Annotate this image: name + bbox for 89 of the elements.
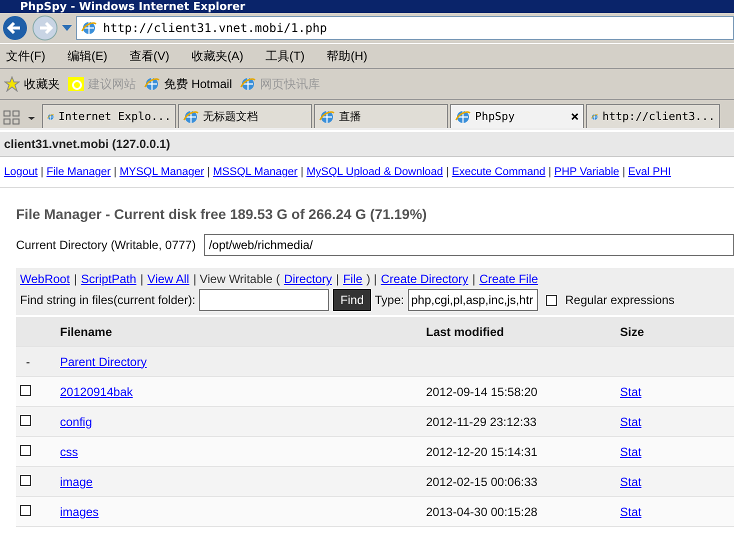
address-field[interactable]: http://client31.vnet.mobi/1.php <box>76 16 734 40</box>
separator: | <box>548 166 552 178</box>
field-label: Current Directory (Writable, 0777) <box>16 238 196 252</box>
table-cell-text: 2012-11-29 23:12:33 <box>426 414 538 428</box>
separator: | <box>140 272 144 286</box>
stat-link[interactable]: Stat <box>620 384 642 398</box>
separator: | <box>207 166 210 178</box>
folder-name-link[interactable]: image <box>60 474 93 488</box>
nav-link[interactable]: MySQL Upload & Download <box>306 166 444 178</box>
nav-link[interactable]: MSSQL Manager <box>213 166 298 178</box>
separator: | <box>472 272 476 286</box>
globe-icon <box>455 108 471 124</box>
checkbox[interactable] <box>20 504 31 516</box>
checkbox[interactable] <box>20 474 31 486</box>
separator: | <box>336 272 340 286</box>
star-icon[interactable] <box>4 76 20 92</box>
separator: | <box>622 166 626 178</box>
field-label: Find string in files(current folder): <box>20 293 196 307</box>
menu-item[interactable]: 工具(T) <box>265 48 305 64</box>
find-button[interactable]: Find <box>333 289 371 311</box>
checkbox[interactable] <box>20 384 31 396</box>
column-header: Size <box>620 324 646 338</box>
close-icon[interactable]: × <box>570 108 579 124</box>
tool-link[interactable]: WebRoot <box>20 272 70 286</box>
nav-link[interactable]: Logout <box>4 166 38 178</box>
separator: | <box>446 166 449 178</box>
directory-field[interactable]: /opt/web/richmedia/ <box>204 234 734 256</box>
nav-link[interactable]: PHP Variable <box>554 166 620 178</box>
table-cell-text: 2012-09-14 15:58:20 <box>426 384 538 398</box>
nav-link[interactable]: MYSQL Manager <box>120 166 204 178</box>
globe-icon <box>319 108 335 124</box>
tool-link[interactable]: Create Directory <box>380 272 468 286</box>
nav-link[interactable]: Execute Command <box>452 166 546 178</box>
checkbox-label: Regular expressions <box>565 293 674 307</box>
browser-tab[interactable]: 无标题文档 <box>178 104 312 128</box>
tool-link[interactable]: Create File <box>479 272 538 286</box>
menu-item[interactable]: 收藏夹(A) <box>191 48 244 64</box>
tool-link[interactable]: ScriptPath <box>80 272 136 286</box>
browser-tab[interactable]: 直播 <box>314 104 448 128</box>
globe-icon <box>144 76 160 92</box>
stat-link[interactable]: Stat <box>620 504 642 518</box>
search-field[interactable] <box>199 289 330 311</box>
dash-mark: - <box>25 354 31 368</box>
stat-link[interactable]: Stat <box>620 444 642 458</box>
page-heading: File Manager - Current disk free 189.53 G of 266.24 G (71.19%) <box>16 206 428 222</box>
browser-tab[interactable]: Internet Explo... <box>42 104 176 128</box>
back-icon[interactable] <box>2 15 28 41</box>
menu-item[interactable]: 编辑(E) <box>67 48 108 64</box>
separator: ) | <box>366 272 377 286</box>
folder-name-link[interactable]: images <box>60 504 99 518</box>
dropdown-icon[interactable] <box>62 25 72 31</box>
column-header: Last modified <box>426 324 506 338</box>
parent-directory-link[interactable]: Parent Directory <box>60 354 426 368</box>
checkbox[interactable] <box>20 444 31 456</box>
folder-name-link[interactable]: css <box>60 444 78 458</box>
favorites-item[interactable]: 收藏夹 <box>4 76 60 92</box>
separator: | View Writable ( <box>193 272 280 286</box>
type-field[interactable]: php,cgi,pl,asp,inc,js,htr <box>408 289 538 311</box>
menu-item[interactable]: 帮助(H) <box>326 48 368 64</box>
table-cell-text: 2012-12-20 15:14:31 <box>426 444 538 458</box>
menu-item[interactable]: 文件(F) <box>6 48 46 64</box>
folder-name-link[interactable]: 20120914bak <box>60 384 133 398</box>
nav-link[interactable]: File Manager <box>46 166 111 178</box>
menu-item[interactable]: 查看(V) <box>129 48 170 64</box>
folder-name-link[interactable]: config <box>60 414 92 428</box>
tool-link[interactable]: Directory <box>284 272 332 286</box>
globe-icon <box>183 108 199 124</box>
nav-link[interactable]: Eval PHI <box>628 166 671 178</box>
separator: | <box>114 166 117 178</box>
checkbox[interactable] <box>20 414 31 426</box>
column-header: Filename <box>60 324 114 338</box>
checkbox[interactable] <box>546 294 558 306</box>
window-title: PhpSpy - Windows Internet Explorer <box>0 0 734 13</box>
stat-link[interactable]: Stat <box>620 474 642 488</box>
globe-icon <box>240 76 256 92</box>
browser-tab[interactable]: PhpSpy × <box>450 104 584 128</box>
stat-link[interactable]: Stat <box>620 414 642 428</box>
separator: | <box>40 166 44 178</box>
tool-link[interactable]: View All <box>147 272 190 286</box>
host-header: client31.vnet.mobi (127.0.0.1) <box>0 132 734 157</box>
table-cell-text: 2013-04-30 00:15:28 <box>426 504 538 518</box>
globe-icon <box>81 20 97 36</box>
tool-link[interactable]: File <box>343 272 362 286</box>
favorites-item[interactable]: 免费 Hotmail <box>144 76 232 92</box>
browser-tab[interactable]: http://client3... <box>586 104 720 128</box>
separator: | <box>300 166 304 178</box>
separator: | <box>74 272 77 286</box>
table-cell-text: 2012-02-15 00:06:33 <box>426 474 538 488</box>
field-label: Type: <box>374 293 404 307</box>
